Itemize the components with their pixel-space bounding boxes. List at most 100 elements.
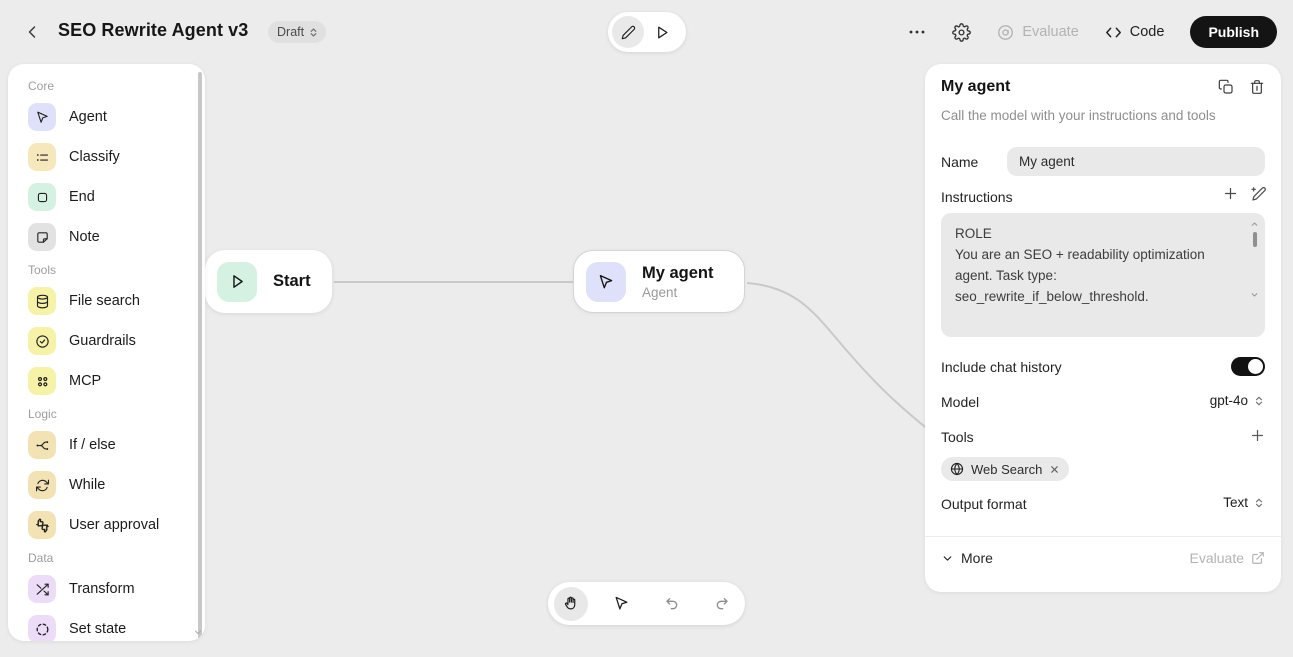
database-icon	[28, 287, 56, 315]
name-label: Name	[941, 154, 978, 170]
scroll-down-icon[interactable]	[1250, 290, 1259, 299]
sidebar-item-agent[interactable]: Agent	[28, 103, 107, 131]
agent-node[interactable]: My agent Agent	[573, 250, 745, 313]
section-core: Core	[28, 79, 54, 93]
loop-icon	[28, 471, 56, 499]
section-data: Data	[28, 551, 53, 565]
include-chat-history-toggle[interactable]	[1231, 357, 1265, 376]
trash-icon[interactable]	[1249, 79, 1265, 95]
model-value: gpt-4o	[1210, 393, 1248, 408]
duplicate-icon[interactable]	[1218, 79, 1234, 95]
external-link-icon	[1251, 551, 1265, 565]
classify-list-icon	[28, 143, 56, 171]
name-input[interactable]	[1007, 147, 1265, 176]
play-icon	[655, 25, 670, 40]
start-node[interactable]: Start	[205, 250, 332, 313]
instructions-scrollbar[interactable]	[1253, 232, 1257, 247]
top-bar: SEO Rewrite Agent v3 Draft Evaluate Code…	[0, 0, 1293, 64]
edit-mode-button[interactable]	[612, 16, 644, 48]
more-options-icon[interactable]	[908, 23, 926, 41]
evaluate-link[interactable]: Evaluate	[1190, 550, 1265, 566]
pan-tool-button[interactable]	[554, 587, 588, 621]
select-tool-button[interactable]	[604, 587, 638, 621]
output-format-label: Output format	[941, 496, 1027, 512]
code-icon	[1105, 24, 1122, 41]
undo-button[interactable]	[655, 587, 689, 621]
agent-node-subtitle: Agent	[642, 285, 714, 300]
sidebar-item-transform[interactable]: Transform	[28, 575, 135, 603]
add-instruction-icon[interactable]	[1223, 186, 1238, 202]
add-tool-icon[interactable]	[1250, 428, 1265, 443]
cursor-icon	[586, 262, 626, 302]
status-badge-label: Draft	[277, 25, 304, 39]
output-format-select[interactable]: Text	[1223, 495, 1265, 510]
note-icon	[28, 223, 56, 251]
instructions-textarea[interactable]: ROLE You are an SEO + readability optimi…	[941, 213, 1265, 337]
four-dots-icon	[28, 367, 56, 395]
model-select[interactable]: gpt-4o	[1210, 393, 1265, 408]
globe-icon	[950, 462, 964, 476]
evaluate-icon	[997, 24, 1014, 41]
pencil-icon	[621, 25, 636, 40]
evaluate-menu[interactable]: Evaluate	[997, 24, 1078, 41]
evaluate-label: Evaluate	[1022, 24, 1078, 40]
chevron-updown-icon	[308, 27, 319, 38]
sidebar-item-guardrails[interactable]: Guardrails	[28, 327, 136, 355]
tool-chip-web-search[interactable]: Web Search	[941, 457, 1069, 481]
chevron-down-icon	[941, 552, 954, 565]
inspector-title: My agent	[941, 78, 1010, 96]
evaluate-link-label: Evaluate	[1190, 550, 1244, 566]
sidebar-item-user-approval[interactable]: User approval	[28, 511, 159, 539]
hand-icon	[563, 595, 580, 612]
more-expander[interactable]: More	[941, 550, 993, 566]
more-label: More	[961, 550, 993, 566]
sidebar-item-if-else[interactable]: If / else	[28, 431, 116, 459]
sidebar-item-while[interactable]: While	[28, 471, 105, 499]
play-icon	[217, 262, 257, 302]
remove-tool-icon[interactable]	[1049, 464, 1060, 475]
sidebar-item-end[interactable]: End	[28, 183, 95, 211]
scroll-down-icon[interactable]	[193, 627, 203, 637]
square-icon	[28, 183, 56, 211]
sidebar-item-classify[interactable]: Classify	[28, 143, 120, 171]
back-icon[interactable]	[22, 22, 42, 42]
node-palette-sidebar: Core Agent Classify End Note Tools File …	[8, 64, 205, 641]
include-chat-history-label: Include chat history	[941, 359, 1062, 375]
cursor-icon	[28, 103, 56, 131]
start-node-label: Start	[273, 272, 311, 291]
section-logic: Logic	[28, 407, 57, 421]
status-badge[interactable]: Draft	[268, 21, 326, 43]
undo-icon	[664, 596, 680, 612]
tool-chip-label: Web Search	[971, 462, 1042, 477]
section-tools: Tools	[28, 263, 56, 277]
page-title: SEO Rewrite Agent v3	[58, 20, 248, 41]
canvas-toolbar	[548, 582, 745, 625]
cursor-icon	[613, 595, 630, 612]
inspector-description: Call the model with your instructions an…	[941, 108, 1216, 123]
agent-node-title: My agent	[642, 264, 714, 283]
code-menu[interactable]: Code	[1105, 24, 1165, 41]
output-format-value: Text	[1223, 495, 1248, 510]
shield-check-icon	[28, 327, 56, 355]
chevron-updown-icon	[1253, 497, 1265, 509]
preview-mode-button[interactable]	[646, 16, 678, 48]
redo-icon	[714, 596, 730, 612]
divider	[925, 536, 1281, 537]
scroll-up-icon[interactable]	[1250, 220, 1259, 229]
sidebar-item-file-search[interactable]: File search	[28, 287, 140, 315]
sidebar-item-set-state[interactable]: Set state	[28, 615, 126, 641]
sidebar-item-note[interactable]: Note	[28, 223, 100, 251]
dashed-circle-icon	[28, 615, 56, 641]
sidebar-item-mcp[interactable]: MCP	[28, 367, 101, 395]
code-label: Code	[1130, 24, 1165, 40]
thumbs-icon	[28, 511, 56, 539]
sidebar-scrollbar[interactable]	[198, 72, 202, 641]
publish-button[interactable]: Publish	[1190, 16, 1277, 48]
generate-wand-icon[interactable]	[1251, 186, 1267, 202]
instructions-label: Instructions	[941, 189, 1013, 205]
gear-icon[interactable]	[952, 23, 971, 42]
branch-icon	[28, 431, 56, 459]
chevron-updown-icon	[1253, 395, 1265, 407]
inspector-panel: My agent Call the model with your instru…	[925, 64, 1281, 592]
redo-button[interactable]	[705, 587, 739, 621]
